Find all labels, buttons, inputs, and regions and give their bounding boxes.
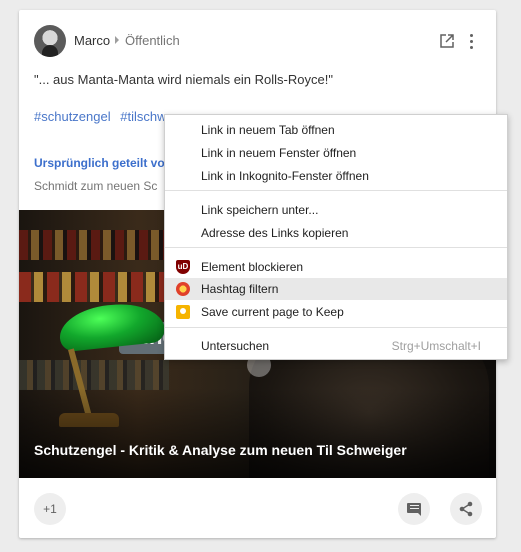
video-title[interactable]: Schutzengel - Kritik & Analyse zum neuen… [34,442,407,458]
post-text: "... aus Manta-Manta wird niemals ein Ro… [34,72,333,87]
ublock-icon: uD [176,260,190,274]
hashtag-filter-icon [176,282,190,296]
menu-item-open-new-window[interactable]: Link in neuem Fenster öffnen [165,142,507,164]
hashtag-link[interactable]: #schutzengel [34,109,111,124]
menu-separator [165,247,507,248]
menu-item-copy-link[interactable]: Adresse des Links kopieren [165,222,507,244]
plus-one-button[interactable]: +1 [34,493,66,525]
menu-separator [165,327,507,328]
menu-item-block-element[interactable]: uD Element blockieren [165,256,507,278]
originally-shared-link[interactable]: Ursprünglich geteilt vor [34,156,169,170]
menu-item-inspect[interactable]: Untersuchen Strg+Umschalt+I [165,335,507,357]
author-avatar[interactable] [34,25,66,57]
share-icon [459,501,473,517]
menu-separator [165,190,507,191]
author-name[interactable]: Marco [74,33,110,48]
menu-item-hashtag-filter[interactable]: Hashtag filtern [165,278,507,300]
keep-icon [176,305,190,319]
chevron-right-icon [115,36,119,44]
hashtag-link[interactable]: #tilschw [120,109,166,124]
comment-button[interactable] [398,493,430,525]
menu-item-open-incognito[interactable]: Link in Inkognito-Fenster öffnen [165,165,507,187]
menu-item-open-new-tab[interactable]: Link in neuem Tab öffnen [165,119,507,141]
more-options-icon[interactable] [469,34,475,50]
shared-description: Schmidt zum neuen Sc [34,179,158,193]
context-menu: Link in neuem Tab öffnen Link in neuem F… [164,114,508,360]
open-external-icon[interactable] [440,34,454,48]
menu-item-save-link[interactable]: Link speichern unter... [165,199,507,221]
shortcut-label: Strg+Umschalt+I [391,339,481,353]
share-button[interactable] [450,493,482,525]
menu-item-save-to-keep[interactable]: Save current page to Keep [165,301,507,323]
hashtag-list: #schutzengel #tilschw [34,109,173,124]
visibility-label[interactable]: Öffentlich [125,33,180,48]
